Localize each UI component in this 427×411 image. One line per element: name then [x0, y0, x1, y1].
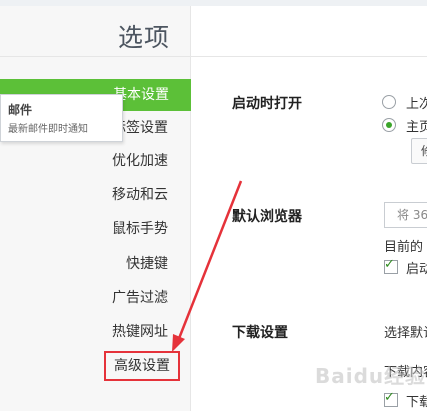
arrow-shaft: [176, 180, 243, 342]
red-arrow-annotation: [172, 180, 243, 352]
watermark: Baidu经验: [315, 364, 427, 388]
arrow-head: [172, 334, 185, 352]
